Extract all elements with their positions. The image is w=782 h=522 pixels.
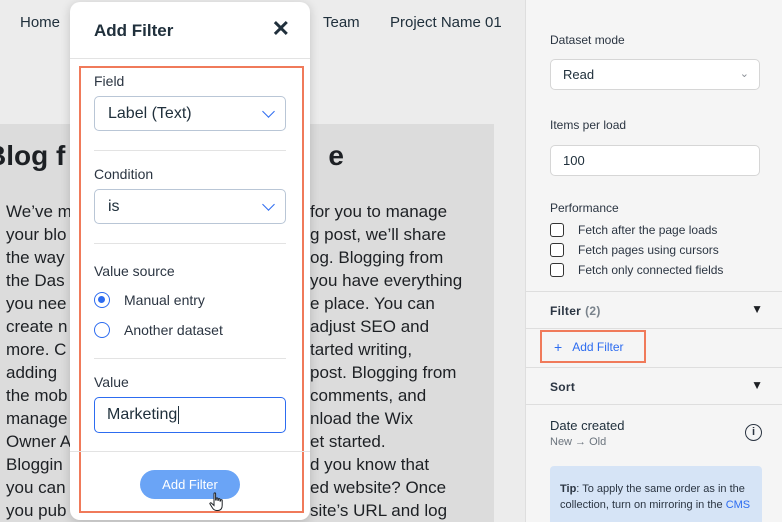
condition-value: is [108,198,120,215]
blog-text-line: you can [6,478,66,497]
checkbox[interactable] [550,243,564,257]
divider [94,243,286,244]
checkbox-fetch-after-load[interactable]: Fetch after the page loads [550,223,717,237]
blog-text-line: create n [6,317,68,336]
field-label: Field [94,73,125,89]
cms-link[interactable]: CMS [726,499,750,511]
filter-section-header[interactable]: Filter (2) ▼ [526,291,782,329]
blog-text-line: Bloggin [6,455,63,474]
info-icon[interactable]: i [745,424,762,441]
blog-text-line: tarted writing, [310,340,413,359]
divider [70,451,310,452]
blog-text-line: g post, we’ll share [310,225,447,244]
filter-section-title: Filter [550,304,582,318]
highlight-box [79,66,304,513]
blog-text-line: ed website? Once [310,478,447,497]
blog-text-line: manage [6,409,68,428]
value-label: Value [94,374,129,390]
chevron-down-icon: ⌄ [739,68,749,80]
blog-text-line: nload the Wix [310,409,413,428]
blog-text-line: d you know that [310,455,430,474]
radio-another-dataset[interactable]: Another dataset [94,322,223,338]
radio-manual-entry[interactable]: Manual entry [94,292,205,308]
plus-icon: + [554,338,563,355]
blog-text-line: adding [6,363,58,382]
dataset-mode-select[interactable]: Read ⌄ [550,59,760,90]
performance-label: Performance [550,201,619,215]
blog-text-line: you pub [6,501,67,520]
blog-text-line: you nee [6,294,67,313]
radio-button[interactable] [94,322,110,338]
hand-cursor-icon [209,492,223,511]
filter-count: (2) [585,304,601,318]
blog-text-line: e place. You can [310,294,435,313]
condition-select[interactable]: is [94,189,286,224]
blog-text-line: We’ve m [6,202,72,221]
field-value: Label (Text) [108,105,192,122]
blog-text-line: post. Blogging from [310,363,457,382]
checkbox[interactable] [550,263,564,277]
blog-text-line: the way [6,248,65,267]
nav-item-project[interactable]: Project Name 01 [390,14,502,31]
blog-text-line: Owner A [6,432,72,451]
blog-text-line: your blo [6,225,67,244]
divider [94,358,286,359]
blog-text-line: for you to manage [310,202,448,221]
checkbox[interactable] [550,223,564,237]
sort-section-header[interactable]: Sort ▼ [526,367,782,405]
blog-text-line: comments, and [310,386,427,405]
value-source-label: Value source [94,263,175,279]
items-per-load-input[interactable]: 100 [550,145,760,176]
blog-text-line: you have everything [310,271,463,290]
condition-label: Condition [94,166,154,182]
text-caret [178,405,180,424]
field-select[interactable]: Label (Text) [94,96,286,131]
nav-item-team[interactable]: Team [323,14,360,31]
dataset-settings-panel: Dataset mode Read ⌄ Items per load 100 P… [525,0,782,522]
value-input[interactable]: Marketing [94,397,286,433]
radio-button-selected[interactable] [94,292,110,308]
blog-text-line: og. Blogging from [310,248,444,267]
blog-text-line: the mob [6,386,68,405]
add-filter-modal: Add Filter ✕ Field Label (Text) Conditio… [70,2,310,520]
checkbox-fetch-cursors[interactable]: Fetch pages using cursors [550,243,719,257]
caret-down-icon: ▼ [751,302,763,316]
blog-text-line: site’s URL and log [310,501,448,520]
divider [94,150,286,151]
sort-section-title: Sort [550,380,576,394]
blog-text-line: more. C [6,340,67,359]
checkbox-fetch-connected[interactable]: Fetch only connected fields [550,263,723,277]
chevron-down-icon [262,198,275,211]
divider [70,58,310,59]
blog-text-line: adjust SEO and [310,317,430,336]
sort-field: Date created [550,418,625,433]
nav-item-home[interactable]: Home [20,14,60,31]
blog-text-line: et started. [310,432,386,451]
chevron-down-icon [262,105,275,118]
items-per-load-label: Items per load [550,118,627,132]
modal-title: Add Filter [94,21,174,40]
tip-box: Tip: To apply the same order as in the c… [550,466,762,522]
caret-down-icon: ▼ [751,378,763,392]
blog-text-line: the Das [6,271,65,290]
add-filter-link[interactable]: + Add Filter [540,330,646,363]
dataset-mode-value: Read [563,67,595,82]
close-icon[interactable]: ✕ [272,16,290,42]
sort-order: New → Old [550,436,607,448]
dataset-mode-label: Dataset mode [550,33,625,47]
